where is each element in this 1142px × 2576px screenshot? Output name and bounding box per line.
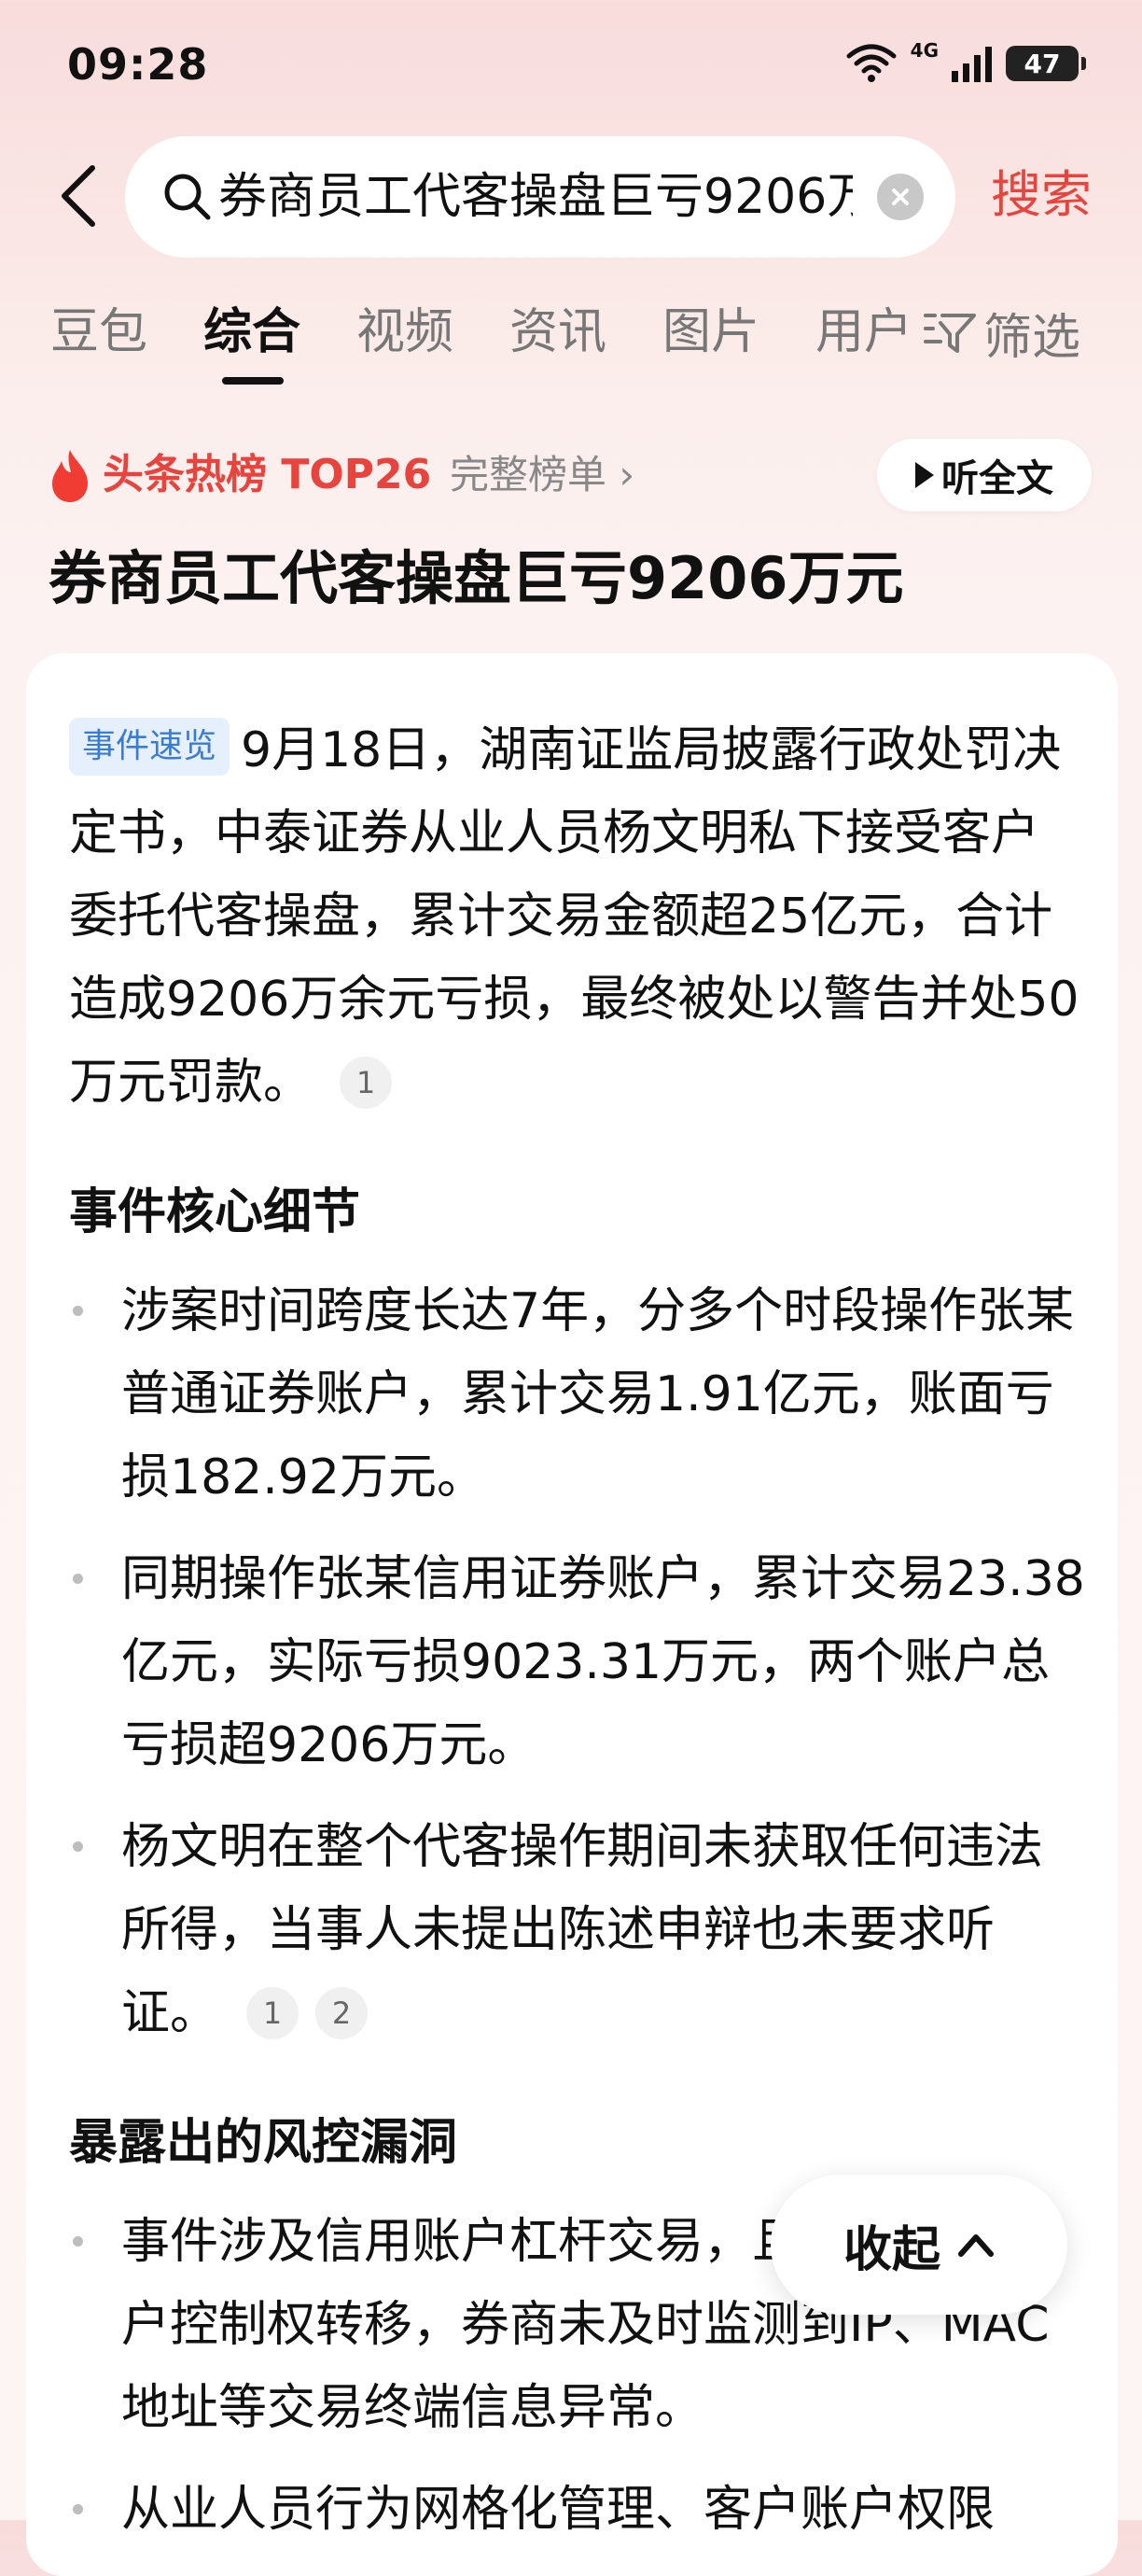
event-summary: 事件速览 9月18日，湖南证监局披露行政处罚决定书，中泰证券从业人员杨文明私下接受… [69, 709, 1086, 1125]
list-item-text: 从业人员行为网格化管理、客户账户权限 [121, 2482, 996, 2538]
listen-label: 听全文 [941, 457, 1053, 500]
hot-list-row: 头条热榜 TOP26 完整榜单 › 听全文 [47, 439, 1101, 513]
signal-icon [952, 47, 992, 82]
hot-list-title[interactable]: 头条热榜 TOP26 [103, 442, 431, 508]
bullet-list: 涉案时间跨度长达7年，分多个时段操作张某普通证券账户，累计交易1.91亿元，账面… [69, 1270, 1086, 2055]
search-query[interactable]: 券商员工代客操盘巨亏9206万元 [218, 162, 853, 231]
play-icon [915, 462, 934, 488]
search-button[interactable]: 搜索 [991, 161, 1092, 230]
flame-icon [52, 450, 88, 502]
full-list-link[interactable]: 完整榜单 › [450, 442, 634, 508]
status-time: 09:28 [67, 39, 209, 90]
tab-doubao[interactable]: 豆包 [50, 299, 147, 366]
summary-text: 9月18日，湖南证监局披露行政处罚决定书，中泰证券从业人员杨文明私下接受客户委托… [69, 722, 1079, 1111]
status-icons: 4G 47 [845, 39, 1086, 86]
tab-images[interactable]: 图片 [662, 299, 759, 366]
filter-label: 筛选 [983, 309, 1081, 366]
section-heading: 事件核心细节 [69, 1184, 361, 1240]
listen-full-text-button[interactable]: 听全文 [877, 439, 1092, 511]
chevron-left-icon [62, 165, 95, 227]
list-item: 同期操作张某信用证券账户，累计交易23.38亿元，实际亏损9023.31万元，两… [69, 1538, 1086, 1787]
collapse-button[interactable]: 收起 [771, 2175, 1067, 2315]
tab-users[interactable]: 用户 [815, 299, 912, 366]
list-item-text: 涉案时间跨度长达7年，分多个时段操作张某普通证券账户，累计交易1.91亿元，账面… [121, 1283, 1075, 1505]
tab-video[interactable]: 视频 [356, 299, 453, 366]
page-title: 券商员工代客操盘巨亏9206万元 [49, 544, 904, 612]
list-item: 杨文明在整个代客操作期间未获取任何违法所得，当事人未提出陈述申辩也未要求听证。 1… [69, 1806, 1086, 2055]
chevron-up-icon [958, 2234, 994, 2257]
tab-bar: 豆包 综合 视频 资讯 图片 用户 筛选 [0, 280, 1142, 392]
collapse-label: 收起 [843, 2221, 940, 2278]
list-item-text: 同期操作张某信用证券账户，累计交易23.38亿元，实际亏损9023.31万元，两… [121, 1551, 1085, 1773]
filter-icon [924, 314, 976, 353]
section-heading: 暴露出的风控漏洞 [69, 2115, 458, 2171]
active-tab-indicator [222, 377, 284, 385]
battery-icon: 47 [1006, 46, 1086, 81]
event-overview-badge: 事件速览 [69, 718, 230, 776]
citation-badge[interactable]: 1 [340, 1057, 393, 1109]
tab-news[interactable]: 资讯 [509, 299, 606, 366]
network-type: 4G [910, 39, 939, 62]
search-bar: 券商员工代客操盘巨亏9206万元 搜索 [0, 131, 1142, 261]
search-input[interactable]: 券商员工代客操盘巨亏9206万元 [125, 136, 955, 258]
search-icon [162, 172, 213, 222]
battery-level: 47 [1024, 48, 1061, 79]
tab-general[interactable]: 综合 [203, 299, 300, 366]
status-bar: 09:28 4G 47 [0, 0, 1142, 131]
filter-button[interactable]: 筛选 [924, 299, 1080, 366]
clear-icon[interactable] [877, 174, 924, 220]
list-item: 从业人员行为网格化管理、客户账户权限 [69, 2469, 1086, 2552]
wifi-icon [846, 44, 897, 82]
list-item: 涉案时间跨度长达7年，分多个时段操作张某普通证券账户，累计交易1.91亿元，账面… [69, 1270, 1086, 1519]
back-button[interactable] [45, 159, 110, 233]
citation-badge[interactable]: 1 [246, 1987, 299, 2039]
citation-badge[interactable]: 2 [315, 1987, 369, 2039]
